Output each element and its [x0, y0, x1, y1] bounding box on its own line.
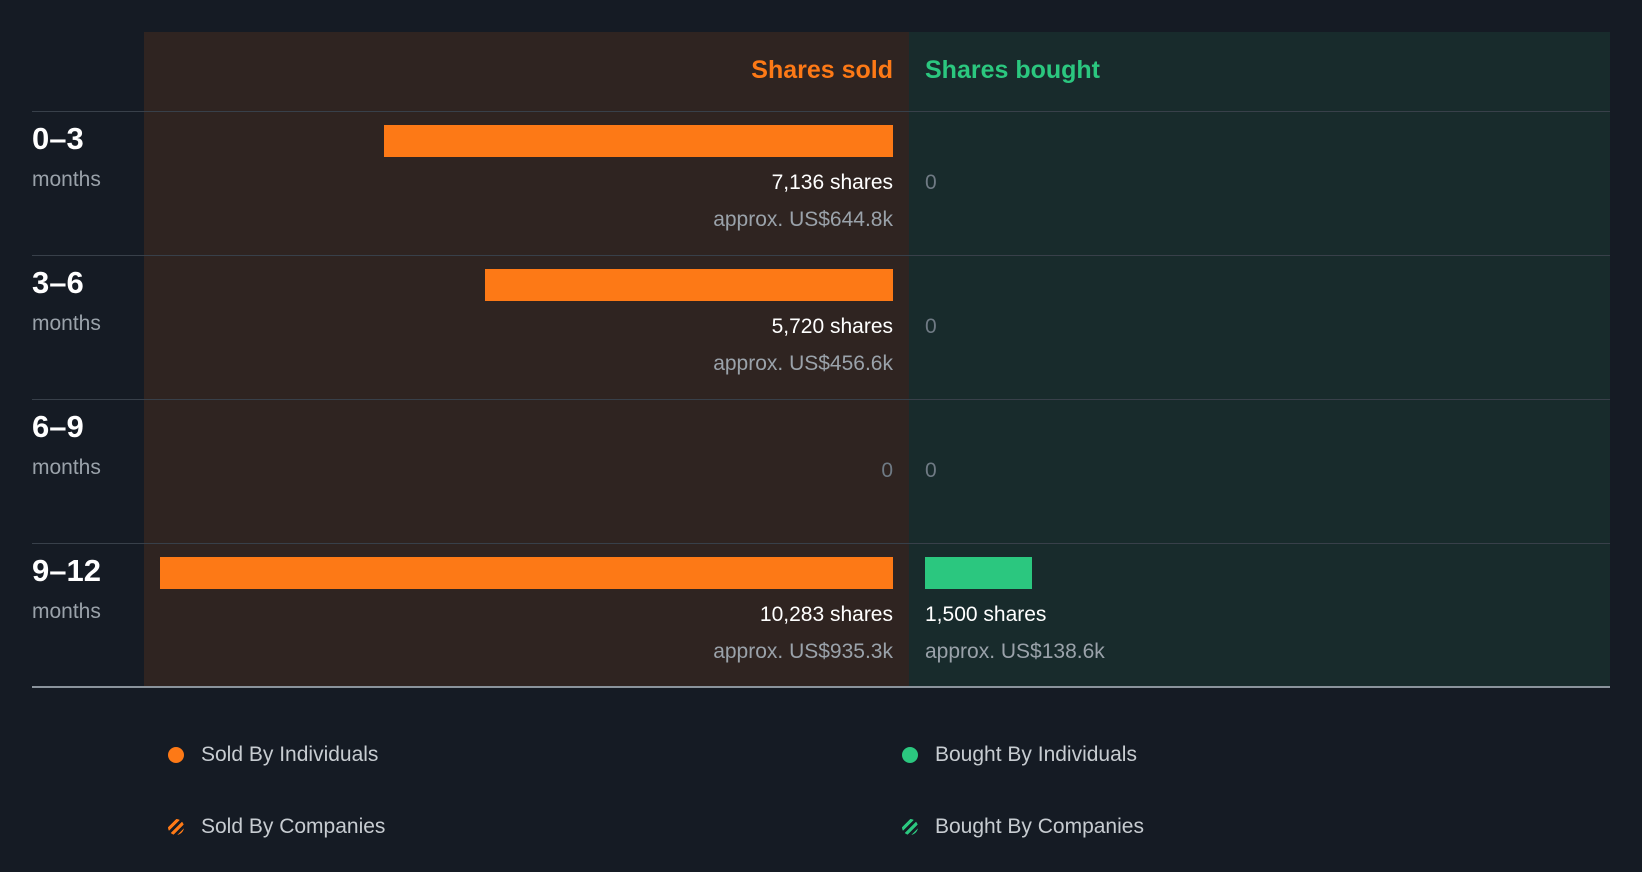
period-label: 3–6 [32, 265, 84, 300]
bought-zero-label: 0 [925, 171, 937, 194]
period-unit-label: months [32, 456, 101, 479]
legend-item-bought-companies: Bought By Companies [902, 812, 1144, 842]
sold-bar [384, 125, 893, 157]
legend-label: Bought By Companies [935, 815, 1144, 838]
period-label: 6–9 [32, 409, 84, 444]
sold-value-label: approx. US$644.8k [713, 208, 893, 231]
sold-shares-label: 10,283 shares [759, 603, 893, 626]
period-row: 3–6 months 5,720 shares approx. US$456.6k 0 [0, 255, 1642, 399]
bought-value-label: approx. US$138.6k [925, 640, 1105, 663]
legend-hatched-dot-icon [902, 819, 918, 835]
legend-item-sold-individuals: Sold By Individuals [168, 740, 378, 770]
sold-value-label: approx. US$456.6k [713, 352, 893, 375]
period-row: 6–9 months 0 0 [0, 399, 1642, 543]
period-label: 9–12 [32, 553, 101, 588]
legend-label: Sold By Companies [201, 815, 386, 838]
bought-zero-label: 0 [925, 459, 937, 482]
legend-item-sold-companies: Sold By Companies [168, 812, 385, 842]
bought-bar [925, 557, 1032, 589]
legend-label: Bought By Individuals [935, 743, 1137, 766]
shares-bought-header: Shares bought [925, 56, 1101, 84]
sold-shares-label: 5,720 shares [771, 315, 893, 338]
sold-shares-label: 7,136 shares [771, 171, 893, 194]
period-label: 0–3 [32, 121, 84, 156]
legend: Sold By Individuals Bought By Individual… [0, 700, 1642, 872]
period-row: 0–3 months 7,136 shares approx. US$644.8k 0 [0, 111, 1642, 255]
period-unit-label: months [32, 600, 101, 623]
bought-shares-label: 1,500 shares [925, 603, 1047, 626]
legend-hatched-dot-icon [168, 819, 184, 835]
period-row: 9–12 months 10,283 shares approx. US$935.3k… [0, 543, 1642, 687]
legend-label: Sold By Individuals [201, 743, 379, 766]
insider-trading-chart: Shares sold Shares bought 0–3 months 7,136… [0, 0, 1642, 700]
period-unit-label: months [32, 168, 101, 191]
sold-bar [485, 269, 893, 301]
legend-dot-icon [902, 747, 918, 763]
legend-item-bought-individuals: Bought By Individuals [902, 740, 1137, 770]
chart-baseline [32, 686, 1610, 688]
sold-value-label: approx. US$935.3k [713, 640, 893, 663]
period-unit-label: months [32, 312, 101, 335]
bought-zero-label: 0 [925, 315, 937, 338]
sold-bar [160, 557, 893, 589]
shares-sold-header: Shares sold [751, 56, 893, 84]
sold-zero-label: 0 [881, 459, 893, 482]
legend-dot-icon [168, 747, 184, 763]
